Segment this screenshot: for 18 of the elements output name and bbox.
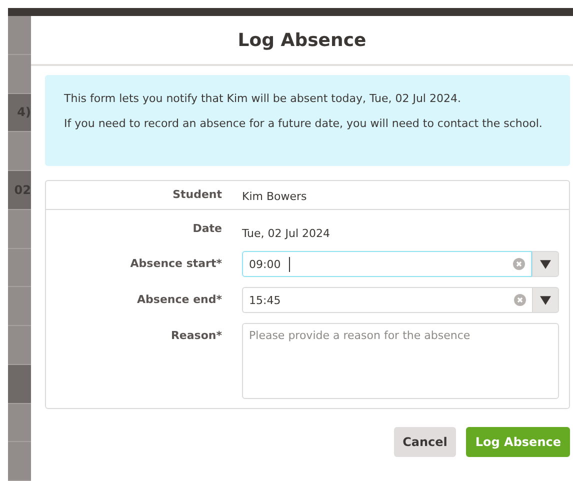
- dropdown-button[interactable]: [532, 287, 559, 313]
- caret-icon: [540, 260, 551, 268]
- field-label: Student: [172, 188, 222, 201]
- field-value: Kim Bowers: [242, 190, 307, 203]
- caret-icon: [540, 296, 551, 304]
- time-field[interactable]: 09:00: [242, 251, 532, 277]
- dropdown-button[interactable]: [532, 251, 559, 277]
- field-label: Absence end*: [136, 292, 222, 306]
- reason-field[interactable]: Please provide a reason for the absence: [242, 323, 559, 399]
- field-label: Date: [192, 222, 222, 235]
- info-text: If you need to record an absence for a future date, you will need to contact the school.: [64, 116, 544, 132]
- cancel-button[interactable]: Cancel: [394, 427, 456, 457]
- field-label: Reason*: [170, 328, 222, 342]
- dialog-title: Log Absence: [238, 30, 366, 50]
- time-field[interactable]: 15:45: [242, 287, 532, 313]
- field-value: Tue, 02 Jul 2024: [242, 227, 330, 240]
- info-text: This form lets you notify that Kim will be absent today, Tue, 02 Jul 2024.: [64, 91, 462, 107]
- field-label: Absence start*: [129, 256, 222, 270]
